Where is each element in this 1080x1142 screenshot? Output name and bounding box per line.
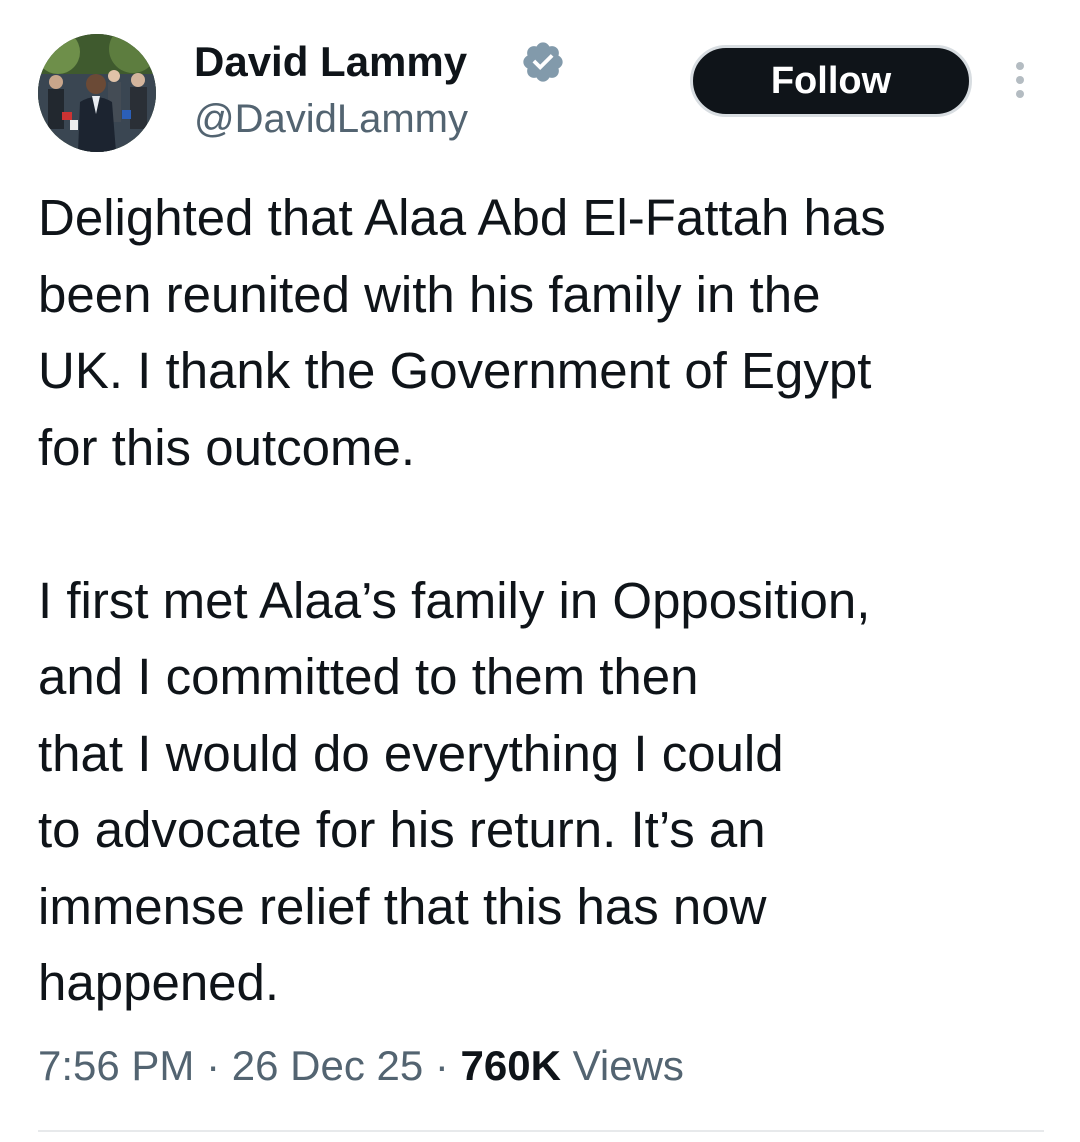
meta-separator: ·: [423, 1042, 461, 1089]
author-handle[interactable]: @DavidLammy: [194, 96, 468, 142]
follow-button[interactable]: Follow: [690, 45, 972, 117]
meta-separator: ·: [194, 1042, 232, 1089]
tweet-text: Delighted that Alaa Abd El-Fattah has be…: [38, 180, 1048, 1022]
avatar[interactable]: [38, 34, 156, 152]
divider: [38, 1130, 1044, 1132]
views-count: 760K: [460, 1042, 561, 1089]
tweet-time[interactable]: 7:56 PM: [38, 1042, 194, 1089]
tweet-paragraph: Delighted that Alaa Abd El-Fattah has be…: [38, 189, 886, 476]
tweet-paragraph: I first met Alaa’s family in Opposition,…: [38, 571, 871, 1012]
profile-photo: [38, 34, 156, 152]
views-label: Views: [560, 1042, 684, 1089]
more-vertical-icon[interactable]: [1005, 62, 1035, 102]
verified-badge-icon: [523, 42, 563, 82]
tweet-meta: 7:56 PM · 26 Dec 25 · 760K Views: [38, 1038, 684, 1094]
tweet-date[interactable]: 26 Dec 25: [232, 1042, 423, 1089]
author-name[interactable]: David Lammy: [194, 38, 467, 86]
